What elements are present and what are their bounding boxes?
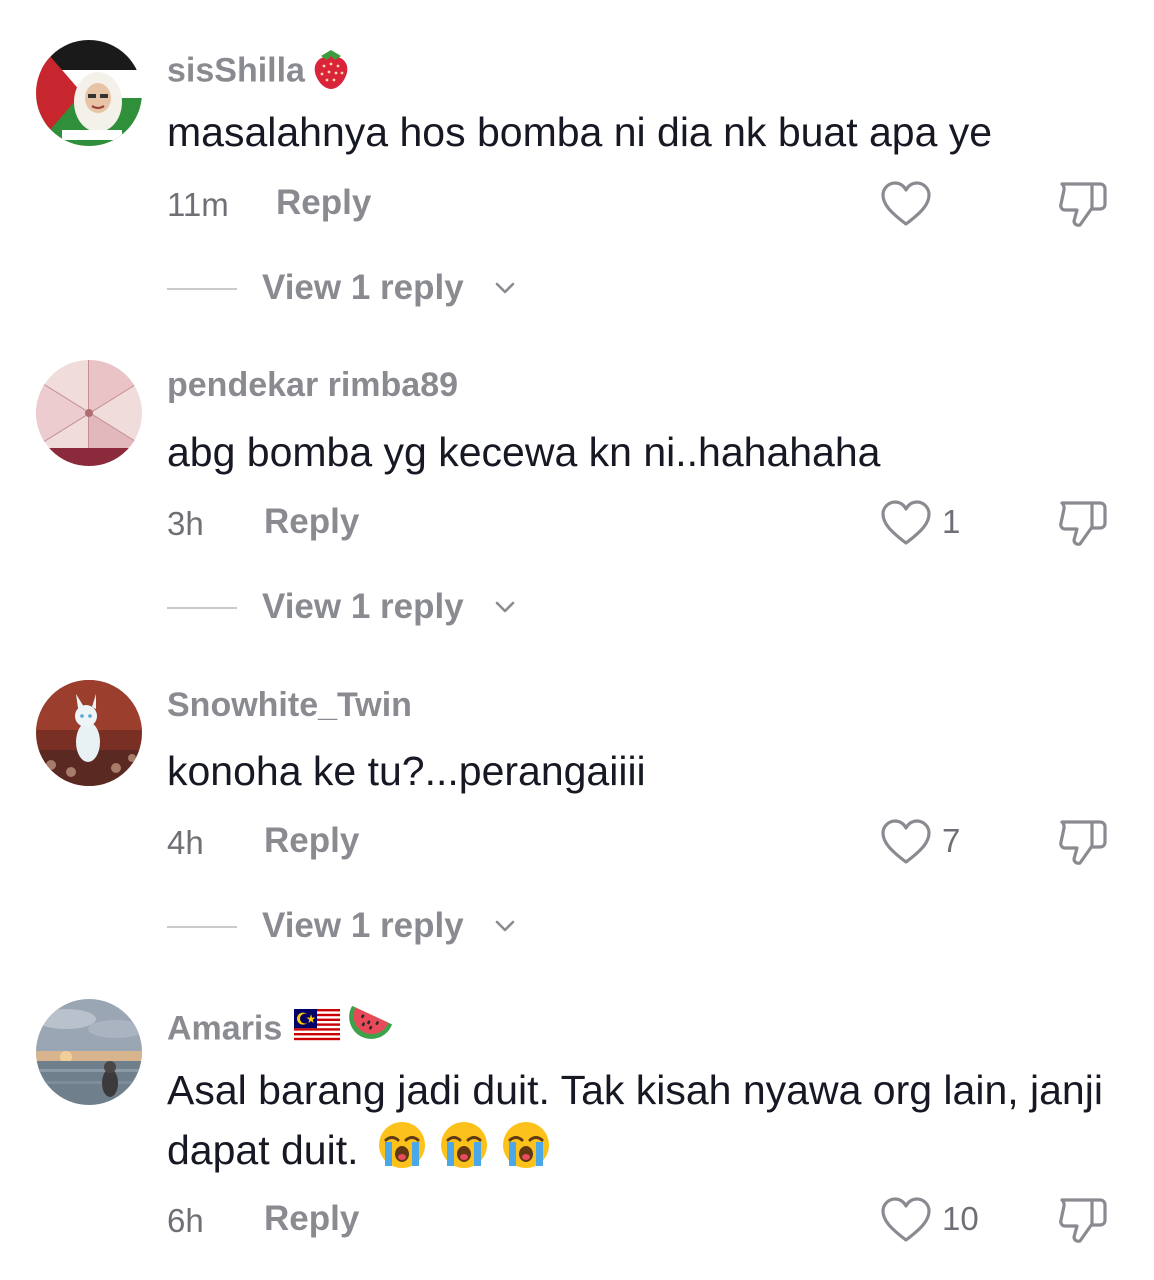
username-text: pendekar rimba89 [167,366,459,404]
dislike-button[interactable] [1056,178,1110,230]
heart-outline-icon [881,819,931,864]
dislike-button[interactable] [1056,497,1110,549]
comment-username[interactable]: pendekar rimba89 [167,366,458,405]
comment-text: Asal barang jadi duit. Tak kisah nyawa o… [167,1060,1127,1186]
comment-text: abg bomba yg kecewa kn ni..hahahaha [167,429,881,475]
heart-outline-icon [881,181,931,226]
avatar[interactable] [36,360,142,466]
loudly-crying-face-emoji-icon [377,1120,427,1186]
comment-username[interactable]: Amaris [167,1004,393,1057]
malaysia-flag-emoji-icon [294,1009,341,1052]
comment-text: konoha ke tu?...perangaiiii [167,748,646,794]
view-replies-button[interactable]: View 1 reply [167,906,567,950]
avatar-image [36,680,142,786]
view-replies-label: View 1 reply [262,587,464,626]
heart-outline-icon [881,1197,931,1242]
thumbs-down-outline-icon [1059,501,1107,546]
divider-line [167,926,237,928]
comment-username[interactable]: sisShilla [167,46,353,99]
divider-line [167,607,237,609]
thumbs-down-outline-icon [1059,182,1107,227]
loudly-crying-face-emoji-icon [501,1120,551,1186]
reply-button[interactable]: Reply [264,1199,359,1239]
like-button[interactable]: 7 [880,818,990,866]
username-text: Snowhite_Twin [167,686,412,724]
like-count: 10 [942,1200,979,1237]
strawberry-emoji-icon [309,46,353,99]
avatar-image [36,999,142,1105]
avatar-image [36,360,142,466]
reply-button[interactable]: Reply [276,183,371,223]
avatar[interactable] [36,999,142,1105]
heart-outline-icon [881,500,931,545]
reply-button[interactable]: Reply [264,821,359,861]
comment-time: 3h [167,505,204,542]
view-replies-button[interactable]: View 1 reply [167,268,567,312]
avatar-image [36,40,142,146]
like-count: 1 [942,503,961,540]
avatar[interactable] [36,40,142,146]
like-button[interactable]: 1 [880,499,990,547]
thumbs-down-outline-icon [1059,1198,1107,1243]
chevron-down-icon [495,282,515,294]
username-text: Amaris [167,1009,283,1048]
comment-time: 4h [167,824,204,861]
username-text: sisShilla [167,51,305,90]
thumbs-down-outline-icon [1059,820,1107,865]
divider-line [167,288,237,290]
chevron-down-icon [495,920,515,932]
like-count: 7 [942,822,961,859]
comment-text-content: Asal barang jadi duit. Tak kisah nyawa o… [167,1067,1103,1173]
view-replies-button[interactable]: View 1 reply [167,587,567,631]
dislike-button[interactable] [1056,816,1110,868]
like-button[interactable]: 10 [880,1196,990,1244]
avatar[interactable] [36,680,142,786]
view-replies-label: View 1 reply [262,268,464,307]
watermelon-emoji-icon [342,1004,393,1057]
chevron-down-icon [495,601,515,613]
reply-button[interactable]: Reply [264,502,359,542]
loudly-crying-face-emoji-icon [439,1120,489,1186]
comment-time: 6h [167,1202,204,1239]
like-button[interactable] [880,180,990,228]
comment-text: masalahnya hos bomba ni dia nk buat apa … [167,109,993,155]
comment-username[interactable]: Snowhite_Twin [167,686,412,725]
comment-time: 11m [167,186,229,223]
dislike-button[interactable] [1056,1194,1110,1246]
view-replies-label: View 1 reply [262,906,464,945]
